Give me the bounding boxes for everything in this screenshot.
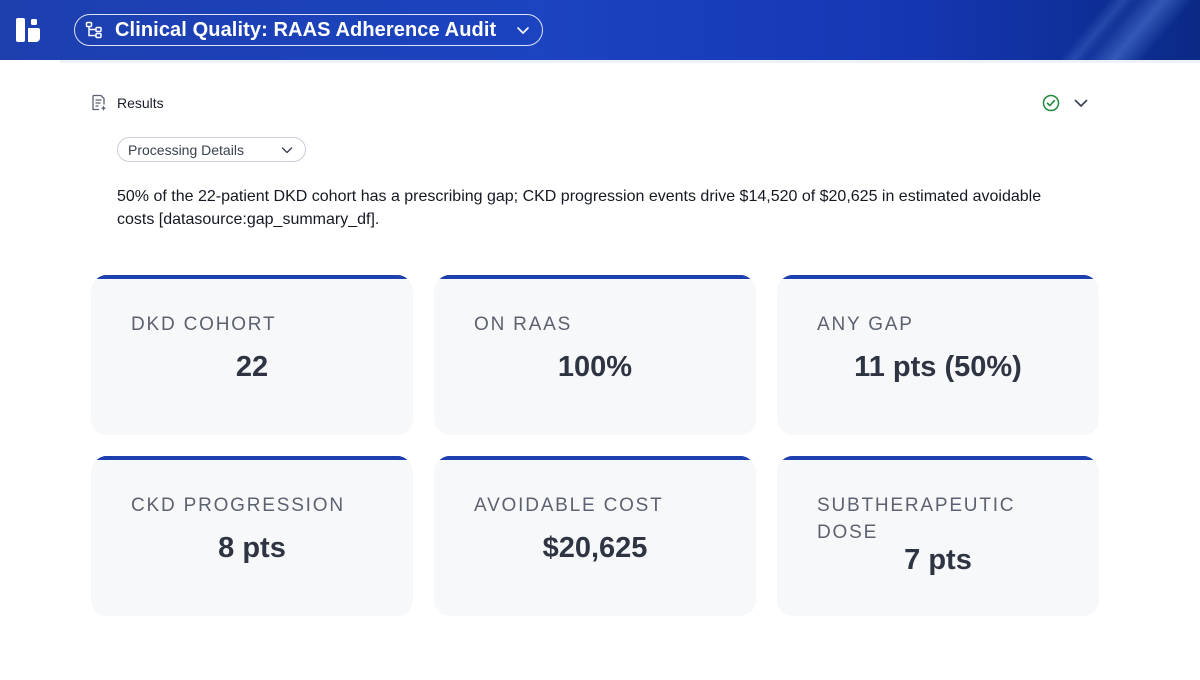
card-accent — [91, 275, 413, 279]
chevron-down-icon — [517, 27, 529, 34]
metric-card-avoidable-cost: AVOIDABLE COST $20,625 — [434, 456, 756, 616]
processing-details-label: Processing Details — [128, 141, 244, 158]
results-document-icon — [92, 94, 107, 111]
metric-value: 100% — [557, 351, 633, 383]
metric-card-ckd-progression: CKD PROGRESSION 8 pts — [91, 456, 413, 616]
card-accent — [434, 275, 756, 279]
processing-details-dropdown[interactable]: Processing Details — [117, 137, 306, 162]
page-title: Clinical Quality: RAAS Adherence Audit — [115, 18, 497, 41]
results-section-header: Results — [90, 92, 1090, 114]
chevron-down-icon[interactable] — [1072, 94, 1090, 112]
metric-card-subtherapeutic-dose: SUBTHERAPEUTIC DOSE 7 pts — [777, 456, 1099, 616]
metric-label: ON RAAS — [474, 314, 573, 335]
summary-text: 50% of the 22-patient DKD cohort has a p… — [117, 188, 1042, 228]
header-divider — [60, 60, 1200, 63]
card-accent — [91, 456, 413, 460]
metric-value: 11 pts (50%) — [854, 351, 1022, 383]
metric-label: SUBTHERAPEUTIC DOSE — [817, 495, 1016, 543]
app-logo-icon[interactable] — [14, 16, 42, 44]
workflow-icon — [85, 21, 102, 39]
card-accent — [777, 275, 1099, 279]
metric-value: $20,625 — [542, 532, 648, 564]
metric-label: DKD COHORT — [131, 314, 277, 335]
metric-value: 22 — [235, 351, 269, 383]
results-label: Results — [117, 95, 164, 111]
status-complete-icon — [1042, 94, 1060, 112]
metric-card-on-raas: ON RAAS 100% — [434, 275, 756, 435]
top-bar: Clinical Quality: RAAS Adherence Audit — [0, 0, 1200, 60]
card-accent — [777, 456, 1099, 460]
card-accent — [434, 456, 756, 460]
metric-label: AVOIDABLE COST — [474, 495, 664, 516]
metric-label: CKD PROGRESSION — [131, 495, 345, 516]
metric-label: ANY GAP — [817, 314, 914, 335]
chevron-down-icon — [281, 146, 293, 153]
metric-value: 8 pts — [218, 532, 286, 564]
workflow-title-dropdown[interactable]: Clinical Quality: RAAS Adherence Audit — [74, 14, 543, 46]
metric-card-dkd-cohort: DKD COHORT 22 — [91, 275, 413, 435]
metric-value: 7 pts — [904, 544, 972, 576]
metric-card-any-gap: ANY GAP 11 pts (50%) — [777, 275, 1099, 435]
